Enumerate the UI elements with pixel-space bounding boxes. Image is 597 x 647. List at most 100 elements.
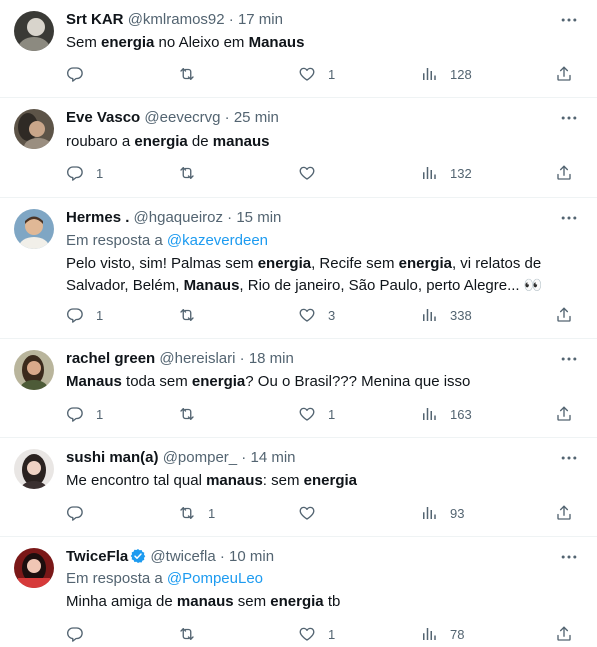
views-count: 132 [450,165,472,181]
text-segment: ? Ou o Brasil??? Menina que isso [245,373,471,390]
retweet-icon [178,625,196,643]
handle[interactable]: @twicefla [150,548,215,565]
reply-to-link[interactable]: @PompeuLeo [167,570,263,587]
more-icon[interactable] [559,10,579,30]
action-bar: 1 3 338 [66,305,577,325]
display-name[interactable]: rachel green [66,350,155,367]
display-name[interactable]: Eve Vasco [66,109,140,126]
timestamp[interactable]: 14 min [250,449,295,466]
like-button[interactable]: 1 [298,624,335,644]
avatar[interactable] [14,11,54,51]
share-icon [555,405,573,423]
timestamp[interactable]: 10 min [229,548,274,565]
like-button[interactable]: 1 [298,64,335,84]
tweet[interactable]: sushi man(a) @pomper_ · 14 min Me encont… [0,438,597,537]
share-icon [555,504,573,522]
tweet[interactable]: Hermes . @hgaqueiroz · 15 min Em respost… [0,198,597,339]
retweet-button[interactable] [178,305,208,325]
views-button[interactable]: 163 [420,404,472,424]
tweet-text: roubaro a energia de manaus [66,131,566,153]
handle[interactable]: @kmlramos92 [128,11,225,28]
avatar[interactable] [14,449,54,489]
timestamp[interactable]: 15 min [236,209,281,226]
reply-count: 1 [96,165,104,181]
timestamp[interactable]: 25 min [234,109,279,126]
reply-button[interactable]: 1 [66,404,103,424]
views-button[interactable]: 128 [420,64,472,84]
retweet-icon [178,504,196,522]
like-count: 3 [328,307,336,323]
reply-icon [66,164,84,182]
retweet-button[interactable] [178,163,208,183]
avatar[interactable] [14,109,54,149]
views-button[interactable]: 93 [420,503,464,523]
tweet[interactable]: Srt KAR @kmlramos92 · 17 min Sem energia… [0,0,597,98]
retweet-icon [178,164,196,182]
tweet-text: Sem energia no Aleixo em Manaus [66,32,566,54]
display-name[interactable]: Hermes . [66,209,129,226]
tweet[interactable]: rachel green @hereislari · 18 min Manaus… [0,339,597,438]
display-name[interactable]: TwiceFla [66,548,128,565]
like-button[interactable] [298,163,328,183]
views-button[interactable]: 338 [420,305,472,325]
views-button[interactable]: 78 [420,624,464,644]
like-button[interactable]: 3 [298,305,335,325]
handle[interactable]: @hgaqueiroz [134,209,223,226]
separator: · [224,11,238,28]
retweet-button[interactable]: 1 [178,503,215,523]
reply-button[interactable] [66,64,96,84]
more-icon[interactable] [559,349,579,369]
more-icon[interactable] [559,448,579,468]
tweet[interactable]: Eve Vasco @eevecrvg · 25 min roubaro a e… [0,98,597,198]
like-button[interactable]: 1 [298,404,335,424]
reply-button[interactable] [66,503,96,523]
reply-button[interactable]: 1 [66,163,103,183]
timestamp[interactable]: 17 min [238,11,283,28]
timestamp[interactable]: 18 min [249,350,294,367]
display-name[interactable]: Srt KAR [66,11,124,28]
reply-icon [66,65,84,83]
text-segment: Sem [66,34,102,51]
more-icon[interactable] [559,108,579,128]
reply-button[interactable] [66,624,96,644]
display-name[interactable]: sushi man(a) [66,449,159,466]
share-button[interactable] [555,404,573,424]
like-button[interactable] [298,503,328,523]
more-icon[interactable] [559,547,579,567]
retweet-button[interactable] [178,624,208,644]
handle[interactable]: @eevecrvg [144,109,220,126]
like-icon [298,625,316,643]
reply-count: 1 [96,406,104,422]
reply-context: Em resposta a @kazeverdeen [66,231,268,251]
share-button[interactable] [555,163,573,183]
highlighted-term: manaus [212,133,270,150]
reply-to-link[interactable]: @kazeverdeen [167,232,268,249]
share-icon [555,306,573,324]
avatar[interactable] [14,548,54,588]
tweet[interactable]: TwiceFla @twicefla · 10 min Em resposta … [0,537,597,647]
retweet-button[interactable] [178,64,208,84]
views-button[interactable]: 132 [420,163,472,183]
share-button[interactable] [555,64,573,84]
share-button[interactable] [555,624,573,644]
handle[interactable]: @hereislari [159,350,235,367]
reply-context: Em resposta a @PompeuLeo [66,569,263,589]
share-button[interactable] [555,503,573,523]
avatar[interactable] [14,350,54,390]
share-button[interactable] [555,305,573,325]
text-segment: de [187,133,213,150]
retweet-button[interactable] [178,404,208,424]
separator: · [220,109,234,126]
reply-button[interactable]: 1 [66,305,103,325]
handle[interactable]: @pomper_ [163,449,237,466]
highlighted-term: energia [270,593,324,610]
more-icon[interactable] [559,208,579,228]
retweet-icon [178,306,196,324]
tweet-text: Me encontro tal qual manaus: sem energia [66,470,566,492]
tweet-header: TwiceFla @twicefla · 10 min [66,547,274,567]
like-icon [298,306,316,324]
views-icon [420,306,438,324]
like-count: 1 [328,626,336,642]
avatar[interactable] [14,209,54,249]
reply-prefix: Em resposta a [66,232,167,249]
